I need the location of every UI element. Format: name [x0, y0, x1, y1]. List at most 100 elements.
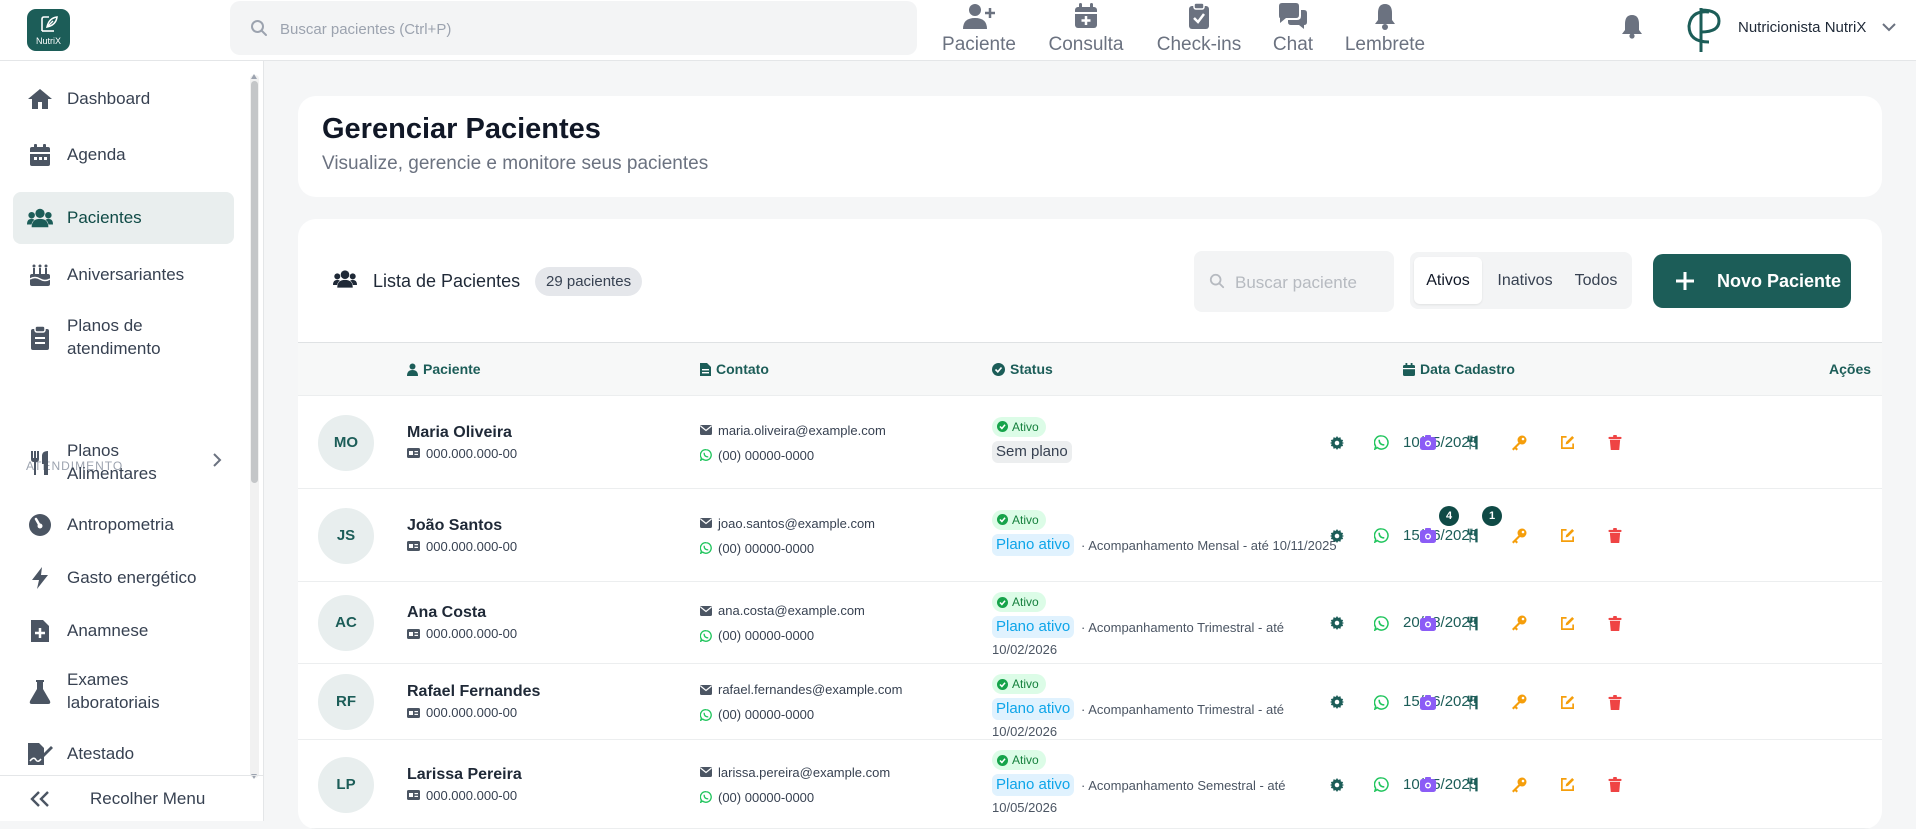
- whatsapp-icon: [1373, 435, 1389, 450]
- access-key-button[interactable]: [1508, 774, 1530, 796]
- scrollbar-thumb[interactable]: [251, 81, 258, 483]
- table-row[interactable]: RF Rafael Fernandes 000.000.000-00 rafael.f…: [298, 664, 1882, 740]
- access-key-button[interactable]: [1508, 691, 1530, 713]
- settings-button[interactable]: [1326, 774, 1348, 796]
- edit-button[interactable]: [1556, 525, 1578, 547]
- photos-button[interactable]: [1417, 774, 1439, 796]
- column-header-contato[interactable]: Contato: [700, 361, 769, 377]
- delete-button[interactable]: [1604, 612, 1626, 634]
- app-logo[interactable]: NutriX: [27, 9, 70, 51]
- column-header-data-cadastro[interactable]: Data Cadastro: [1403, 361, 1515, 377]
- column-header-status[interactable]: Status: [992, 361, 1053, 377]
- sidebar-item-planos-de-atendimento[interactable]: Planos de atendimento: [13, 307, 234, 369]
- sidebar-item-pacientes[interactable]: Pacientes: [13, 192, 234, 244]
- filter-ativos[interactable]: Ativos: [1414, 257, 1482, 304]
- plan-badge[interactable]: Plano ativo: [992, 698, 1075, 720]
- avatar[interactable]: JS: [318, 507, 374, 564]
- photos-button[interactable]: [1417, 525, 1439, 547]
- quick-action-chat[interactable]: Chat: [1266, 0, 1320, 58]
- column-header-paciente[interactable]: Paciente: [407, 361, 481, 377]
- access-key-button[interactable]: [1508, 612, 1530, 634]
- avatar[interactable]: RF: [318, 674, 374, 730]
- patient-email[interactable]: rafael.fernandes@example.com: [700, 682, 902, 697]
- edit-button[interactable]: [1556, 612, 1578, 634]
- access-key-button[interactable]: [1508, 525, 1530, 547]
- sidebar-item-atestado[interactable]: Atestado: [13, 731, 234, 775]
- table-row[interactable]: LP Larissa Pereira 000.000.000-00 larissa.p…: [298, 740, 1882, 829]
- patient-email[interactable]: joao.santos@example.com: [700, 516, 875, 531]
- sidebar-scrollbar[interactable]: [250, 74, 259, 779]
- sidebar-item-exames-laboratoriais[interactable]: Exames laboratoriais: [13, 661, 234, 723]
- sidebar-item-agenda[interactable]: Agenda: [13, 132, 234, 177]
- patient-name[interactable]: Ana Costa: [407, 604, 486, 622]
- patient-name[interactable]: Maria Oliveira: [407, 424, 512, 442]
- patient-email[interactable]: larissa.pereira@example.com: [700, 765, 890, 780]
- sidebar-item-aniversariantes[interactable]: Aniversariantes: [13, 252, 234, 297]
- delete-button[interactable]: [1604, 691, 1626, 713]
- photos-button[interactable]: [1417, 432, 1439, 454]
- notifications-button[interactable]: [1620, 13, 1644, 39]
- patient-search-input[interactable]: [1233, 267, 1387, 299]
- user-name[interactable]: Nutricionista NutriX: [1738, 19, 1866, 36]
- meal-plan-button[interactable]: [1462, 525, 1484, 547]
- patient-name[interactable]: João Santos: [407, 517, 502, 535]
- settings-button[interactable]: [1326, 525, 1348, 547]
- table-row[interactable]: JS João Santos 000.000.000-00 joao.santos@e…: [298, 489, 1882, 582]
- sidebar-item-gasto-energetico[interactable]: Gasto energético: [13, 555, 234, 600]
- delete-button[interactable]: [1604, 432, 1626, 454]
- patient-phone[interactable]: (00) 00000-0000: [700, 448, 814, 463]
- patient-email[interactable]: ana.costa@example.com: [700, 603, 865, 618]
- sidebar-item-antropometria[interactable]: Antropometria: [13, 502, 234, 547]
- filter-todos[interactable]: Todos: [1565, 257, 1627, 304]
- plan-badge[interactable]: Plano ativo: [992, 616, 1075, 638]
- meal-plan-button[interactable]: [1462, 432, 1484, 454]
- meal-plan-button[interactable]: [1462, 612, 1484, 634]
- meal-plan-button[interactable]: [1462, 774, 1484, 796]
- collapse-menu-button[interactable]: Recolher Menu: [0, 775, 263, 822]
- sidebar-item-planos-alimentares[interactable]: Planos Alimentares: [13, 432, 234, 494]
- user-menu-toggle[interactable]: [1881, 22, 1897, 32]
- quick-action-checkins[interactable]: Check-ins: [1151, 0, 1247, 58]
- plan-badge[interactable]: Plano ativo: [992, 774, 1075, 796]
- status-badge-label: Ativo: [1012, 595, 1039, 609]
- sidebar-item-dashboard[interactable]: Dashboard: [13, 76, 234, 121]
- photos-button[interactable]: [1417, 612, 1439, 634]
- avatar[interactable]: AC: [318, 595, 374, 651]
- filter-inativos[interactable]: Inativos: [1487, 257, 1563, 304]
- whatsapp-button[interactable]: [1370, 612, 1392, 634]
- photos-button[interactable]: [1417, 691, 1439, 713]
- whatsapp-button[interactable]: [1370, 432, 1392, 454]
- delete-button[interactable]: [1604, 525, 1626, 547]
- quick-action-paciente[interactable]: Paciente: [941, 0, 1017, 58]
- whatsapp-button[interactable]: [1370, 774, 1392, 796]
- patient-phone[interactable]: (00) 00000-0000: [700, 541, 814, 556]
- settings-button[interactable]: [1326, 612, 1348, 634]
- whatsapp-button[interactable]: [1370, 691, 1392, 713]
- patient-name[interactable]: Larissa Pereira: [407, 766, 522, 784]
- avatar[interactable]: MO: [318, 414, 374, 471]
- new-patient-button[interactable]: Novo Paciente: [1653, 254, 1851, 308]
- table-row[interactable]: MO Maria Oliveira 000.000.000-00 maria.oliv…: [298, 396, 1882, 489]
- sidebar-item-anamnese[interactable]: Anamnese: [13, 608, 234, 653]
- edit-button[interactable]: [1556, 691, 1578, 713]
- delete-button[interactable]: [1604, 774, 1626, 796]
- whatsapp-button[interactable]: [1370, 525, 1392, 547]
- patient-name[interactable]: Rafael Fernandes: [407, 683, 540, 701]
- edit-button[interactable]: [1556, 774, 1578, 796]
- patient-email[interactable]: maria.oliveira@example.com: [700, 423, 886, 438]
- edit-button[interactable]: [1556, 432, 1578, 454]
- meal-plan-button[interactable]: [1462, 691, 1484, 713]
- quick-action-consulta[interactable]: Consulta: [1046, 0, 1126, 58]
- access-key-button[interactable]: [1508, 432, 1530, 454]
- avatar[interactable]: LP: [318, 756, 374, 813]
- quick-action-lembrete[interactable]: Lembrete: [1340, 0, 1430, 58]
- settings-button[interactable]: [1326, 691, 1348, 713]
- settings-button[interactable]: [1326, 432, 1348, 454]
- scroll-up-arrow[interactable]: [251, 74, 257, 79]
- patient-phone[interactable]: (00) 00000-0000: [700, 707, 814, 722]
- patient-phone[interactable]: (00) 00000-0000: [700, 628, 814, 643]
- patient-phone[interactable]: (00) 00000-0000: [700, 790, 814, 805]
- plan-badge[interactable]: Plano ativo: [992, 533, 1075, 556]
- global-search-input[interactable]: [278, 13, 882, 45]
- table-row[interactable]: AC Ana Costa 000.000.000-00 ana.costa@examp…: [298, 582, 1882, 664]
